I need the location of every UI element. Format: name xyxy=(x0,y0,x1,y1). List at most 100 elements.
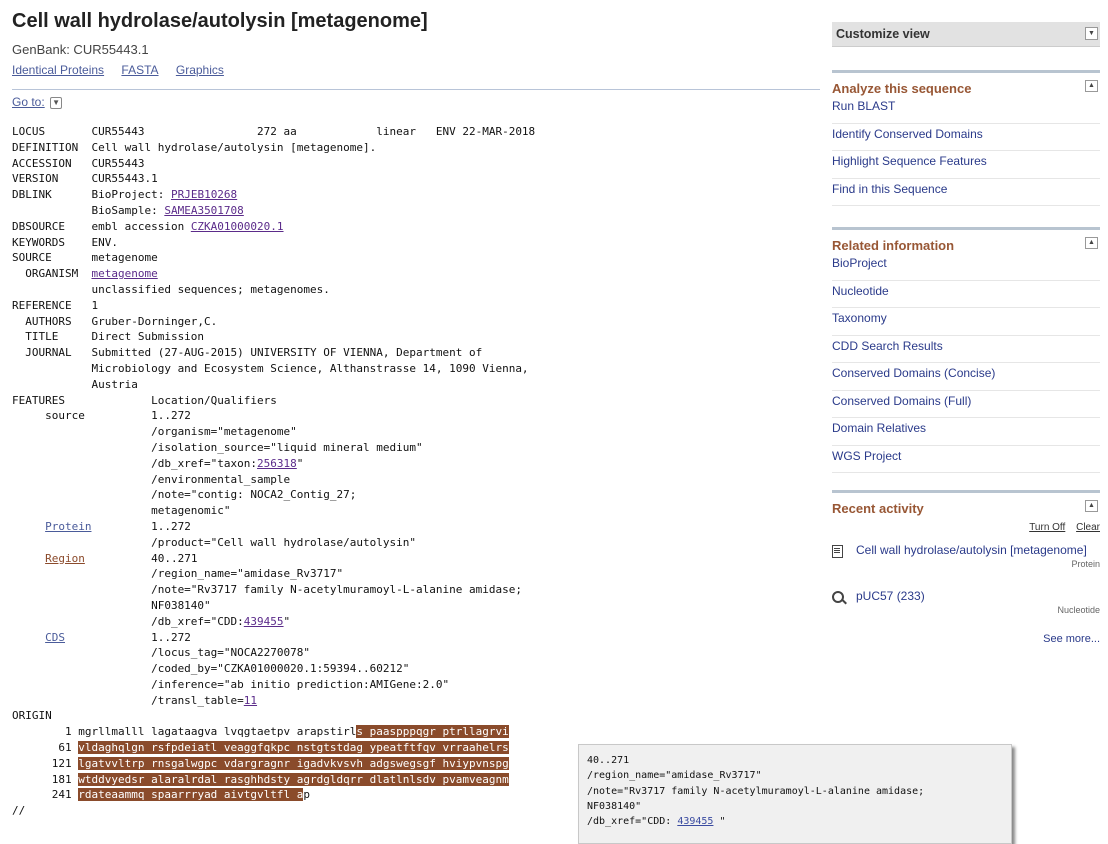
analyze-portlet: Analyze this sequence ▲ Run BLAST Identi… xyxy=(832,70,1100,206)
domain-relatives-link[interactable]: Domain Relatives xyxy=(832,421,926,435)
recent-item-link[interactable]: Cell wall hydrolase/autolysin [metagenom… xyxy=(856,543,1087,557)
journal-line: JOURNAL Submitted (27-AUG-2015) UNIVERSI… xyxy=(12,346,483,360)
identify-domains-link[interactable]: Identify Conserved Domains xyxy=(832,127,983,141)
qualifier-line: /transl_table= xyxy=(12,693,244,707)
view-links: Identical Proteins FASTA Graphics xyxy=(12,63,822,77)
cds-location: 1..272 xyxy=(65,630,191,644)
taxonomy-link[interactable]: Taxonomy xyxy=(832,311,887,325)
recent-tools: Turn Off Clear xyxy=(832,522,1100,533)
nucleotide-link[interactable]: Nucleotide xyxy=(832,284,889,298)
list-item: Run BLAST xyxy=(832,96,1100,124)
qualifier-line: /environmental_sample xyxy=(12,472,291,486)
search-icon xyxy=(832,591,844,606)
reference-line: REFERENCE 1 xyxy=(12,298,99,312)
chevron-down-icon[interactable]: ▼ xyxy=(1085,27,1098,40)
definition-line: DEFINITION Cell wall hydrolase/autolysin… xyxy=(12,140,377,154)
cdd-link[interactable]: 439455 xyxy=(244,615,284,628)
record-end: // xyxy=(12,804,26,818)
lineage-line: unclassified sequences; metagenomes. xyxy=(12,282,330,296)
highlight-features-link[interactable]: Highlight Sequence Features xyxy=(832,154,987,168)
accession-record-line: ACCESSION CUR55443 xyxy=(12,156,145,170)
recent-item-link[interactable]: pUC57 (233) xyxy=(856,589,925,603)
seq-number: 61 xyxy=(12,741,79,755)
source-feature-label: source xyxy=(45,409,85,423)
source-line: SOURCE metagenome xyxy=(12,251,158,265)
cds-feature-link[interactable]: CDS xyxy=(45,631,65,644)
list-item: Find in this Sequence xyxy=(832,179,1100,206)
find-sequence-link[interactable]: Find in this Sequence xyxy=(832,182,947,196)
journal-line: Microbiology and Ecosystem Science, Alth… xyxy=(12,361,529,375)
organism-label: ORGANISM xyxy=(12,267,92,281)
accession-line: GenBank: CUR55443.1 xyxy=(12,42,149,57)
sequence-highlight: wtddvyedsr alaralrdal rasghhdsty agrdgld… xyxy=(78,772,509,786)
list-item: CDD Search Results xyxy=(832,336,1100,363)
taxon-link[interactable]: 256318 xyxy=(257,457,297,470)
source-location: 1..272 xyxy=(84,409,191,423)
portlet-bar xyxy=(832,70,1100,73)
list-item: Conserved Domains (Full) xyxy=(832,391,1100,418)
qualifier-line: /coded_by="CZKA01000020.1:59394..60212" xyxy=(12,662,410,676)
customize-view-label: Customize view xyxy=(836,27,930,41)
portlet-bar xyxy=(832,227,1100,230)
seq-number: 1 xyxy=(12,725,79,739)
run-blast-link[interactable]: Run BLAST xyxy=(832,99,895,113)
qualifier-line: metagenomic" xyxy=(12,504,231,518)
genbank-record: LOCUS CUR55443 272 aa linear ENV 22-MAR-… xyxy=(12,125,536,818)
graphics-link[interactable]: Graphics xyxy=(176,63,224,77)
tooltip-line: /db_xref="CDD: xyxy=(587,816,678,828)
protein-feature-link[interactable]: Protein xyxy=(45,520,91,533)
organism-link[interactable]: metagenome xyxy=(91,267,157,280)
journal-line: Austria xyxy=(12,377,138,391)
qualifier-line: /inference="ab initio prediction:AMIGene… xyxy=(12,677,450,691)
qualifier-line: /organism="metagenome" xyxy=(12,425,297,439)
authors-line: AUTHORS Gruber-Dorninger,C. xyxy=(12,314,218,328)
tooltip-cdd-link[interactable]: 439455 xyxy=(677,816,713,827)
document-icon xyxy=(832,545,843,561)
list-item: BioProject xyxy=(832,253,1100,281)
region-feature-link[interactable]: Region xyxy=(45,552,85,565)
ref-title-line: TITLE Direct Submission xyxy=(12,330,205,344)
collapse-icon[interactable]: ▲ xyxy=(1085,80,1098,92)
collapse-icon[interactable]: ▲ xyxy=(1085,237,1098,249)
clear-link[interactable]: Clear xyxy=(1076,522,1100,533)
biosample-link[interactable]: SAMEA3501708 xyxy=(164,204,243,217)
qualifier-line: /region_name="amidase_Rv3717" xyxy=(12,567,344,581)
tooltip-line: " xyxy=(713,816,726,828)
recent-item-db: Protein xyxy=(1071,559,1100,569)
customize-view-bar[interactable]: Customize view ▼ xyxy=(832,22,1100,47)
see-more: See more... xyxy=(832,633,1100,645)
conserved-concise-link[interactable]: Conserved Domains (Concise) xyxy=(832,366,995,380)
dbsource-link[interactable]: CZKA01000020.1 xyxy=(191,220,284,233)
bioproject-link[interactable]: BioProject xyxy=(832,256,887,270)
see-more-link[interactable]: See more... xyxy=(1043,633,1100,645)
turn-off-link[interactable]: Turn Off xyxy=(1029,522,1065,533)
conserved-full-link[interactable]: Conserved Domains (Full) xyxy=(832,394,971,408)
qualifier-line: /product="Cell wall hydrolase/autolysin" xyxy=(12,535,416,549)
recent-item-db: Nucleotide xyxy=(1057,605,1100,615)
bioproject-link[interactable]: PRJEB10268 xyxy=(171,188,237,201)
goto-link[interactable]: Go to: xyxy=(12,95,45,109)
analyze-title: Analyze this sequence xyxy=(832,81,972,96)
origin-label: ORIGIN xyxy=(12,709,52,723)
qualifier-line: NF038140" xyxy=(12,598,211,612)
transl-table-link[interactable]: 11 xyxy=(244,694,257,707)
sequence-text: mgrllmalll lagataagva lvqgtaetpv arapsti… xyxy=(78,725,357,739)
locus-line: LOCUS CUR55443 272 aa linear ENV 22-MAR-… xyxy=(12,125,536,138)
recent-title: Recent activity xyxy=(832,501,924,516)
wgs-project-link[interactable]: WGS Project xyxy=(832,449,901,463)
keywords-line: KEYWORDS ENV. xyxy=(12,235,118,249)
qualifier-line: /note="Rv3717 family N-acetylmuramoyl-L-… xyxy=(12,583,522,597)
chevron-down-icon[interactable]: ▼ xyxy=(50,96,63,109)
seq-number: 181 xyxy=(12,772,79,786)
goto-menu[interactable]: Go to: ▼ xyxy=(12,95,63,109)
collapse-icon[interactable]: ▲ xyxy=(1085,500,1098,512)
fasta-link[interactable]: FASTA xyxy=(121,63,158,77)
seq-number: 121 xyxy=(12,756,79,770)
biosample-label: BioSample: xyxy=(12,203,165,217)
version-line: VERSION CUR55443.1 xyxy=(12,172,158,186)
identical-proteins-link[interactable]: Identical Proteins xyxy=(12,63,104,77)
qualifier-line: /db_xref="taxon: xyxy=(12,456,258,470)
cdd-search-link[interactable]: CDD Search Results xyxy=(832,339,943,353)
related-list: BioProject Nucleotide Taxonomy CDD Searc… xyxy=(832,253,1100,473)
list-item: Highlight Sequence Features xyxy=(832,151,1100,179)
